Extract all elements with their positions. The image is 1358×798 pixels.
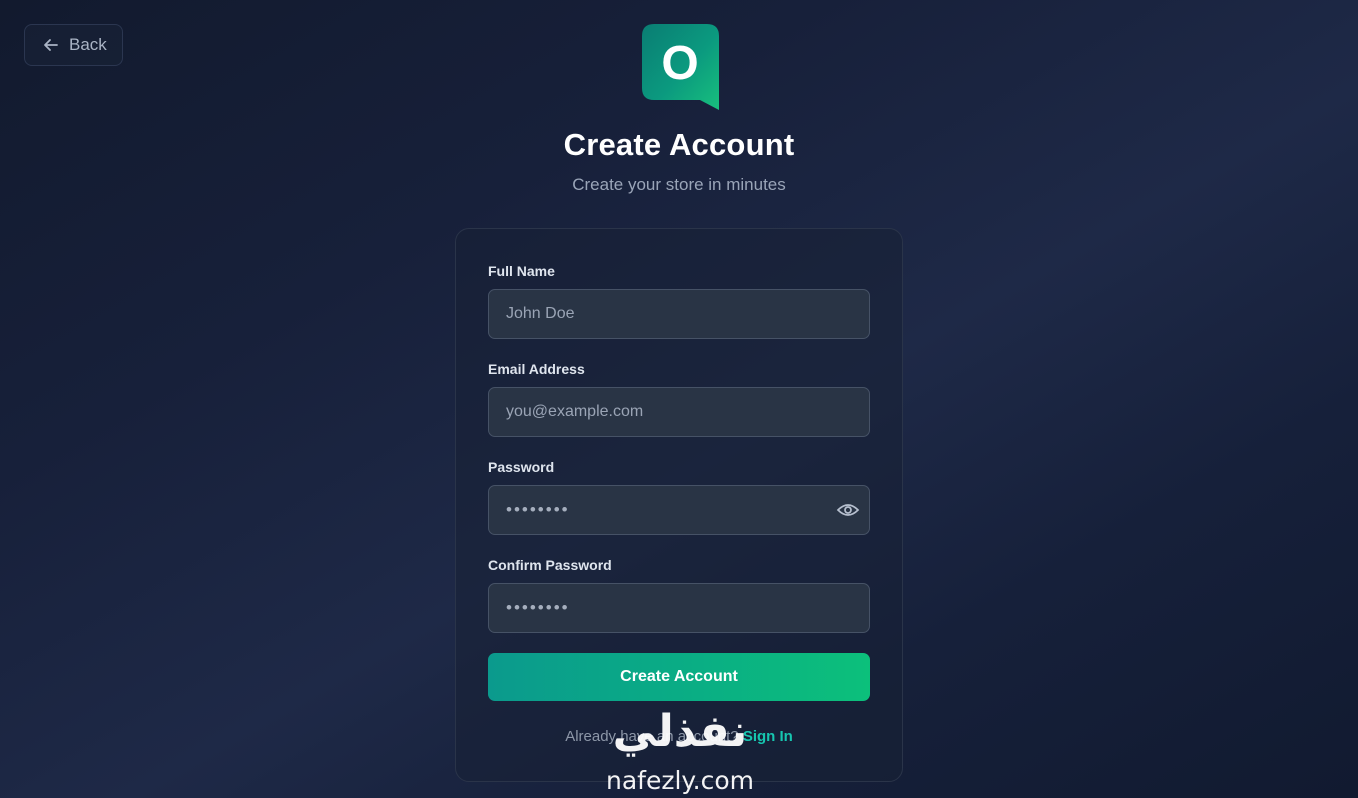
email-input[interactable]: you@example.com	[488, 387, 870, 437]
signin-link[interactable]: Sign In	[743, 728, 793, 745]
arrow-left-icon	[42, 36, 60, 54]
full-name-label: Full Name	[488, 263, 555, 279]
eye-icon[interactable]	[836, 500, 860, 520]
back-label: Back	[69, 35, 107, 54]
create-account-button[interactable]: Create Account	[488, 653, 870, 701]
app-logo: O	[642, 24, 719, 110]
page-subtitle: Create your store in minutes	[572, 175, 786, 194]
password-input[interactable]: ••••••••	[488, 485, 870, 535]
signin-prompt-row: Already have an account? Sign In	[0, 728, 1358, 745]
password-label: Password	[488, 459, 555, 475]
full-name-input[interactable]: John Doe	[488, 289, 870, 339]
logo-letter: O	[661, 37, 698, 90]
email-label: Email Address	[488, 361, 585, 377]
confirm-password-label: Confirm Password	[488, 557, 612, 573]
signin-prompt: Already have an account?	[565, 728, 739, 745]
back-button[interactable]: Back	[24, 24, 123, 66]
confirm-password-input[interactable]: ••••••••	[488, 583, 870, 633]
page-title: Create Account	[563, 127, 795, 162]
